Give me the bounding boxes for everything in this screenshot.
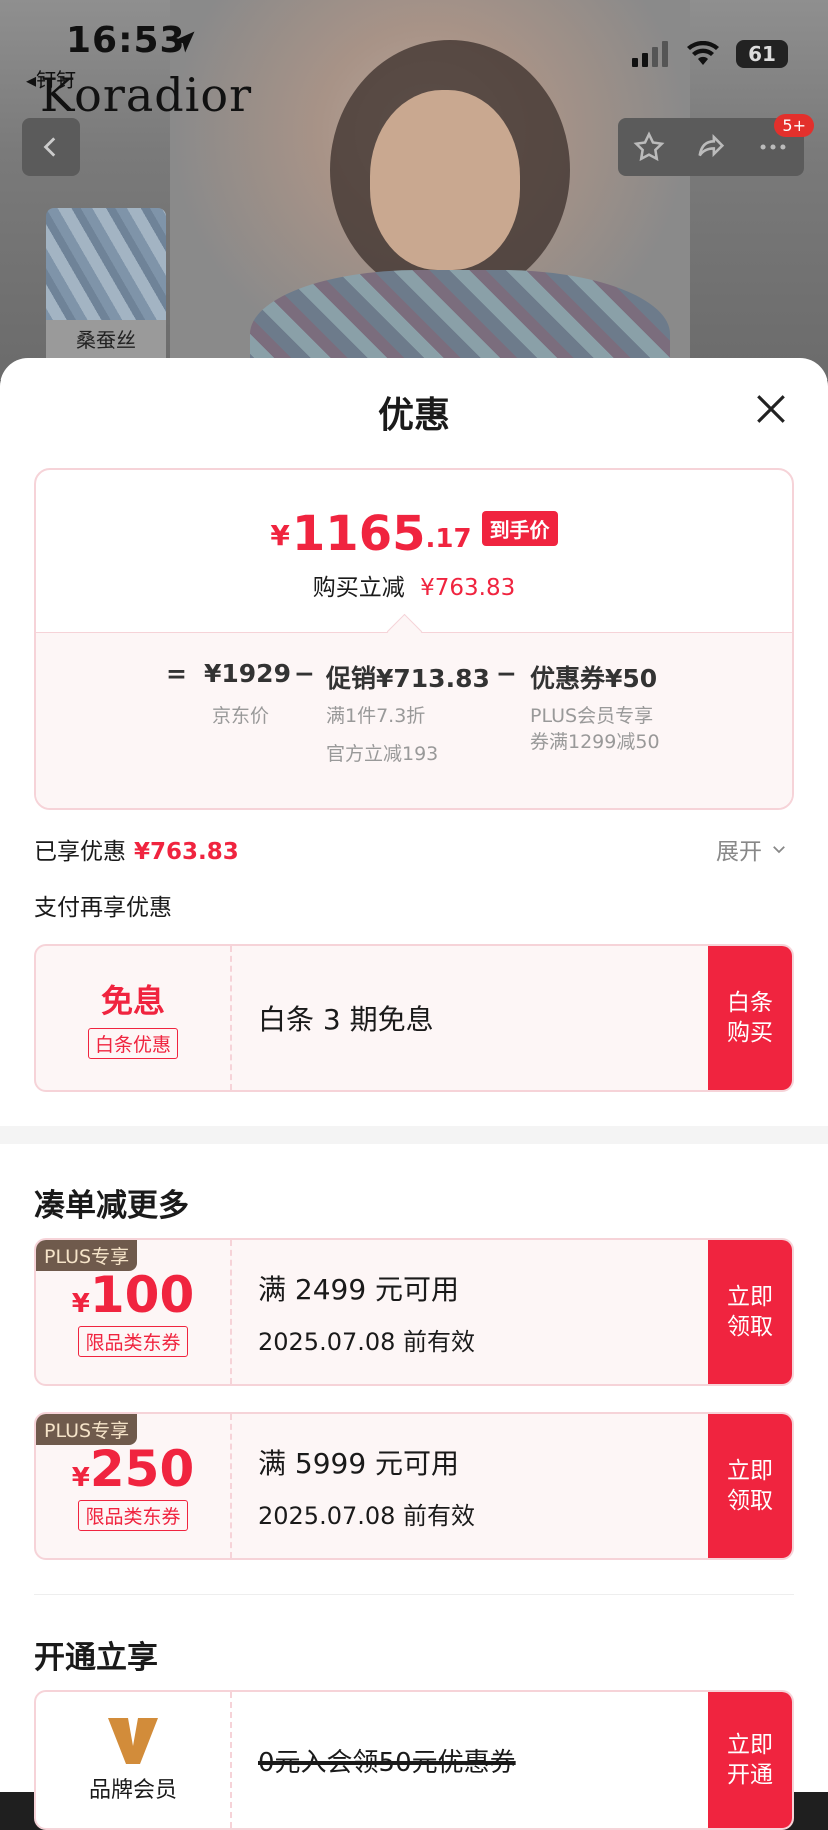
reduce-label: 购买立减 — [312, 575, 405, 601]
coupon-amount: 250 — [89, 1440, 195, 1498]
baitiao-desc-wrap: 白条 3 期免息 — [258, 946, 434, 1090]
price-breakdown: = ¥1929 京东价 − 促销¥713.83 满1件7.3折 官方立减193 … — [36, 613, 792, 808]
coupon-card: PLUS专享 ¥100 限品类东券 满 2499 元可用 2025.07.08 … — [34, 1238, 794, 1386]
coupon-condition: 满 5999 元可用 — [258, 1446, 460, 1480]
claim-coupon-label: 立即领取 — [727, 1458, 773, 1514]
pay-section-title: 支付再享优惠 — [34, 895, 172, 921]
coupon-card: PLUS专享 ¥250 限品类东券 满 5999 元可用 2025.07.08 … — [34, 1412, 794, 1560]
chevron-left-icon — [43, 137, 56, 157]
back-button[interactable] — [22, 118, 80, 176]
section-divider — [34, 1594, 794, 1595]
jd-price-label: 京东价 — [212, 705, 270, 727]
enjoyed-label: 已享优惠 — [34, 839, 126, 865]
expand-toggle[interactable]: 展开 — [716, 832, 788, 866]
more-section-title: 凑单减更多 — [34, 1188, 189, 1224]
reduce-value: ¥763.83 — [420, 575, 516, 601]
final-price-tag: 到手价 — [481, 511, 558, 546]
baitiao-buy-label: 白条购买 — [727, 990, 773, 1046]
coupon-detail: PLUS会员专享券满1299减50 — [530, 705, 660, 753]
final-price-integer: 1165 — [291, 506, 426, 562]
close-icon[interactable] — [754, 392, 788, 426]
minus-sign: − — [294, 659, 315, 688]
promo-detail-2: 官方立减193 — [326, 743, 439, 765]
baitiao-buy-button[interactable]: 白条购买 — [708, 946, 792, 1090]
final-price-section: ¥ 1165 .17 到手价 购买立减 ¥763.83 — [36, 470, 792, 632]
expand-label: 展开 — [716, 839, 762, 865]
member-info: 0元入会领50元优惠券 — [258, 1692, 516, 1828]
coupon-expire: 2025.07.08 前有效 — [258, 1327, 476, 1356]
star-icon[interactable] — [632, 130, 666, 164]
share-icon[interactable] — [694, 130, 728, 164]
open-member-button[interactable]: 立即开通 — [708, 1692, 792, 1828]
claim-coupon-label: 立即领取 — [727, 1284, 773, 1340]
brand-logo: Koradior — [40, 68, 253, 122]
status-time: 16:53 — [66, 20, 186, 61]
baitiao-tag: 白条优惠 — [87, 1028, 178, 1059]
coupon-amount: 优惠券¥50 — [530, 664, 658, 693]
promo-amount: 促销¥713.83 — [326, 664, 490, 693]
coupon-amount: 100 — [89, 1266, 195, 1324]
baitiao-main: 免息 — [100, 982, 165, 1020]
model-face — [370, 90, 520, 270]
claim-coupon-button[interactable]: 立即领取 — [708, 1414, 792, 1558]
enjoyed-value: ¥763.83 — [134, 839, 239, 865]
coupon-info: 满 5999 元可用 2025.07.08 前有效 — [258, 1414, 475, 1558]
coupon-info: 满 2499 元可用 2025.07.08 前有效 — [258, 1240, 475, 1384]
sheet-title: 优惠 — [377, 395, 450, 436]
coupon-tag: 限品类东券 — [78, 1326, 188, 1357]
minus-sign: − — [496, 659, 517, 688]
member-card: 品牌会员 0元入会领50元优惠券 立即开通 — [34, 1690, 794, 1830]
claim-coupon-button[interactable]: 立即领取 — [708, 1240, 792, 1384]
baitiao-offer: 免息 白条优惠 白条 3 期免息 白条购买 — [34, 944, 794, 1092]
promo-detail-1: 满1件7.3折 — [326, 705, 426, 727]
final-price-currency: ¥ — [270, 519, 290, 552]
discount-sheet: 优惠 ¥ 1165 .17 到手价 购买立减 ¥763.83 = ¥1929 京… — [0, 358, 828, 1830]
brand-member-logo-icon — [108, 1718, 158, 1764]
jd-price: ¥1929 — [204, 659, 291, 688]
member-left: 品牌会员 — [36, 1692, 232, 1828]
section-divider — [0, 1126, 828, 1144]
enjoyed-discount: 已享优惠 ¥763.83 — [34, 832, 239, 866]
battery-indicator: 61 — [736, 40, 788, 68]
coupon-condition: 满 2499 元可用 — [258, 1272, 460, 1306]
baitiao-left: 免息 白条优惠 — [36, 946, 232, 1090]
status-icons: 61 — [630, 40, 788, 68]
coupon-tag: 限品类东券 — [78, 1500, 188, 1531]
fabric-thumbnail[interactable] — [46, 208, 166, 328]
coupon-currency: ¥ — [71, 1463, 90, 1493]
message-badge: 5+ — [774, 114, 814, 137]
chevron-down-icon — [773, 846, 785, 854]
location-arrow-icon — [173, 31, 195, 53]
member-desc: 0元入会领50元优惠券 — [258, 1747, 516, 1778]
coupon-left: ¥100 限品类东券 — [36, 1240, 232, 1384]
fabric-thumbnail-label: 桑蚕丝 — [46, 320, 166, 360]
coupon-expire: 2025.07.08 前有效 — [258, 1501, 476, 1530]
open-member-label: 立即开通 — [727, 1732, 773, 1788]
signal-icon — [632, 41, 668, 67]
final-price-decimal: .17 — [425, 524, 472, 554]
coupon-currency: ¥ — [71, 1289, 90, 1319]
coupon-left: ¥250 限品类东券 — [36, 1414, 232, 1558]
baitiao-desc: 白条 3 期免息 — [258, 1003, 434, 1036]
wifi-icon — [687, 41, 719, 65]
member-name: 品牌会员 — [88, 1778, 177, 1803]
equals-sign: = — [166, 659, 187, 688]
open-section-title: 开通立享 — [34, 1640, 158, 1676]
price-card: ¥ 1165 .17 到手价 购买立减 ¥763.83 = ¥1929 京东价 … — [34, 468, 794, 810]
